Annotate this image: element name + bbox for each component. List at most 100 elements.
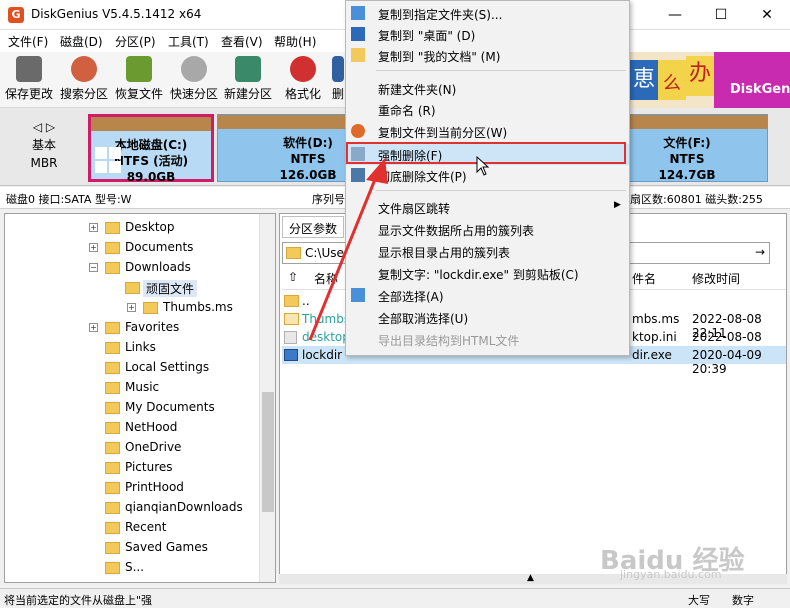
status-bar: 将当前选定的文件从磁盘上"强 大写 数字 (0, 588, 790, 607)
menu-view[interactable]: 查看(V) (221, 33, 263, 50)
tree-item-links[interactable]: Links (5, 338, 260, 358)
tree-item-thumbs[interactable]: + Thumbs.ms (5, 298, 260, 318)
annotation-arrow (308, 158, 388, 341)
folder-icon (105, 442, 120, 454)
folder-open-icon (105, 262, 120, 274)
tree-item-saved-games[interactable]: Saved Games (5, 538, 260, 558)
watermark-url: jingyan.baidu.com (620, 568, 722, 581)
recover-files-button[interactable]: 恢复文件 (113, 56, 165, 106)
ctx-rename[interactable]: 重命名 (R) (346, 99, 629, 120)
disk-navigator: ◁ ▷ 基本 MBR (6, 118, 82, 172)
tree-item-documents[interactable]: + Documents (5, 238, 260, 258)
tree-item-stubborn-files[interactable]: 顽固文件 (5, 278, 260, 298)
up-arrow-icon[interactable]: ⇧ (288, 270, 298, 284)
ctx-new-folder[interactable]: 新建文件夹(N) (346, 78, 629, 99)
banner-char-3: 办 (686, 56, 714, 96)
exe-file-icon (284, 349, 298, 361)
folder-icon (105, 462, 120, 474)
folder-icon (105, 422, 120, 434)
menu-disk[interactable]: 磁盘(D) (60, 33, 103, 50)
tree-item-onedrive[interactable]: OneDrive (5, 438, 260, 458)
documents-folder-icon (351, 48, 365, 62)
desktop-icon (351, 27, 365, 41)
diskgenius-icon: G (8, 7, 24, 23)
recover-icon (126, 56, 152, 82)
copy-folder-icon (351, 6, 365, 20)
folder-icon (105, 402, 120, 414)
tree-scrollbar[interactable] (259, 214, 275, 582)
menu-help[interactable]: 帮助(H) (274, 33, 316, 50)
format-icon (290, 56, 316, 82)
tree-item-desktop[interactable]: + Desktop (5, 218, 260, 238)
col-short-name[interactable]: 件名 (632, 270, 656, 287)
banner-char-2: 么 (658, 60, 686, 100)
ini-file-icon (284, 331, 297, 344)
ctx-copy-to-folder[interactable]: 复制到指定文件夹(S)... (346, 3, 629, 24)
go-arrow-icon[interactable]: → (750, 242, 770, 264)
search-partition-button[interactable]: 搜索分区 (58, 56, 110, 106)
menu-tools[interactable]: 工具(T) (168, 33, 209, 50)
disk-type-label: 基本 (31, 138, 56, 152)
folder-icon (105, 362, 120, 374)
tree-item-downloads[interactable]: − Downloads (5, 258, 260, 278)
folder-icon (284, 313, 299, 325)
quick-partition-button[interactable]: 快速分区 (168, 56, 220, 106)
tree-item-local-settings[interactable]: Local Settings (5, 358, 260, 378)
maximize-button[interactable]: ☐ (698, 0, 744, 30)
folder-icon (105, 502, 120, 514)
tree-item-qianqian-downloads[interactable]: qianqianDownloads (5, 498, 260, 518)
scroll-up-icon[interactable]: ▲ (527, 573, 534, 583)
folder-icon (105, 222, 120, 234)
submenu-arrow-icon: ▶ (614, 200, 621, 210)
save-icon (16, 56, 42, 82)
close-button[interactable]: ✕ (744, 0, 790, 30)
tree-item-music[interactable]: Music (5, 378, 260, 398)
disk-style-label: MBR (30, 156, 58, 170)
banner-brand: DiskGen (730, 82, 790, 97)
partition-pie-icon (351, 124, 365, 138)
ctx-copy-to-desktop[interactable]: 复制到 "桌面" (D) (346, 24, 629, 45)
tree-item-partial[interactable]: S... (5, 558, 260, 578)
banner-char-1: 恵 (630, 60, 658, 100)
new-partition-icon (235, 56, 261, 82)
folder-icon (286, 247, 301, 259)
save-changes-button[interactable]: 保存更改 (4, 56, 54, 106)
ctx-copy-to-documents[interactable]: 复制到 "我的文档" (M) (346, 45, 629, 66)
col-modified[interactable]: 修改时间 (692, 270, 740, 287)
folder-icon (105, 322, 120, 334)
partition-c[interactable]: 本地磁盘(C:) NTFS (活动) 89.0GB (88, 114, 214, 184)
window-title: DiskGenius V5.4.5.1412 x64 (31, 7, 202, 21)
tree-item-recent[interactable]: Recent (5, 518, 260, 538)
search-icon (71, 56, 97, 82)
disk-icon (181, 56, 207, 82)
menu-file[interactable]: 文件(F) (8, 33, 48, 50)
folder-icon (105, 522, 120, 534)
delete-partition-button[interactable]: 删 (331, 56, 345, 106)
folder-icon (284, 295, 299, 307)
folder-icon (105, 562, 120, 574)
tree-item-my-documents[interactable]: My Documents (5, 398, 260, 418)
folder-icon (105, 542, 120, 554)
tree-item-favorites[interactable]: + Favorites (5, 318, 260, 338)
delete-icon (332, 56, 344, 82)
disk-nav-arrows[interactable]: ◁ ▷ (6, 118, 82, 136)
new-partition-button[interactable]: 新建分区 (222, 56, 274, 106)
tree-item-nethood[interactable]: NetHood (5, 418, 260, 438)
scroll-thumb[interactable] (262, 392, 274, 512)
folder-icon (105, 482, 120, 494)
menu-partition[interactable]: 分区(P) (115, 33, 156, 50)
tree-item-printhood[interactable]: PrintHood (5, 478, 260, 498)
folder-icon (105, 382, 120, 394)
folder-icon (105, 342, 120, 354)
folder-icon (143, 302, 158, 314)
tree-item-pictures[interactable]: Pictures (5, 458, 260, 478)
folder-icon (105, 242, 120, 254)
ctx-copy-to-current-partition[interactable]: 复制文件到当前分区(W) (346, 121, 629, 142)
folder-tree[interactable]: + Desktop + Documents − Downloads 顽固文件 + Thu… (4, 213, 276, 583)
mouse-cursor-icon (476, 156, 490, 176)
format-button[interactable]: 格式化 (278, 56, 328, 106)
windows-logo-icon (95, 147, 121, 173)
folder-icon (125, 282, 140, 294)
minimize-button[interactable]: — (652, 0, 698, 30)
banner-ad[interactable]: 恵 么 办 DiskGen (630, 52, 790, 108)
